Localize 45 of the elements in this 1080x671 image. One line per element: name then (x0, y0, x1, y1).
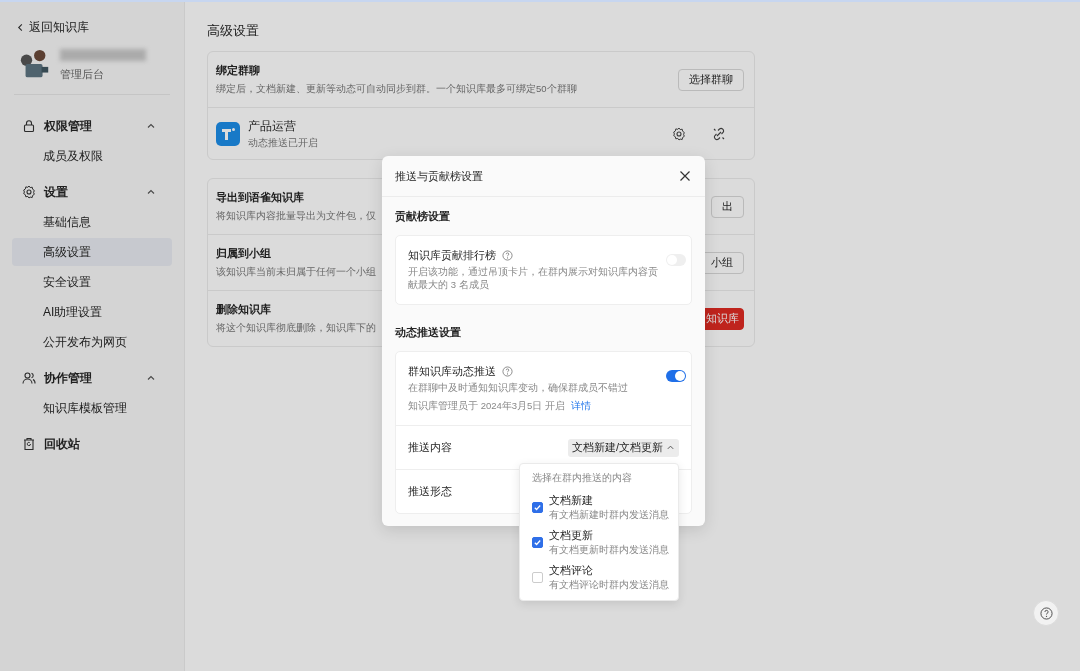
option-label: 文档评论 (549, 562, 594, 578)
group-name: 产品运营 (248, 117, 296, 135)
back-link[interactable]: 返回知识库 (12, 18, 89, 36)
sidebar-item[interactable]: 高级设置 (12, 238, 172, 266)
setting-description: 将这个知识库彻底删除，知识库下的 (216, 322, 376, 335)
dialog-title: 推送与贡献榜设置 (395, 168, 483, 184)
sidebar-item[interactable]: 安全设置 (12, 268, 172, 296)
option-label: 文档新建 (549, 492, 594, 508)
option-title: 知识库贡献排行榜 (408, 248, 496, 263)
setting-title: 导出到语雀知识库 (216, 190, 304, 205)
details-link[interactable]: 详情 (571, 400, 591, 414)
sidebar-group-header[interactable]: 协作管理 (12, 363, 172, 393)
sidebar-item[interactable]: AI助理设置 (12, 298, 172, 326)
group-status: 动态推送已开启 (248, 136, 318, 150)
sidebar-item[interactable]: 知识库模板管理 (12, 394, 172, 422)
select-group-button[interactable]: 选择群聊 (678, 68, 744, 91)
option-title: 群知识库动态推送 (408, 363, 496, 379)
setting-description: 将知识库内容批量导出为文件包，仅 (216, 210, 376, 223)
field-label: 推送形态 (408, 484, 452, 500)
page-title: 高级设置 (207, 22, 260, 40)
content-select[interactable]: 文档新建/文档更新 (567, 438, 679, 457)
option-description: 有文档新建时群内发送消息 (549, 508, 669, 522)
action-button[interactable]: 出 (711, 195, 744, 218)
profile-subtitle: 管理后台 (60, 66, 105, 82)
field-label: 推送内容 (408, 440, 452, 456)
sidebar-item[interactable]: 基础信息 (12, 208, 172, 236)
setting-title: 删除知识库 (216, 302, 271, 317)
option-label: 文档更新 (549, 527, 594, 543)
sidebar-group-header[interactable]: 权限管理 (12, 111, 172, 141)
option-description: 有文档更新时群内发送消息 (549, 543, 669, 557)
dropdown-hint: 选择在群内推送的内容 (532, 471, 633, 485)
sidebar-group-header[interactable]: 回收站 (12, 429, 172, 459)
sidebar-item[interactable]: 成员及权限 (12, 142, 172, 170)
enabled-note: 知识库管理员于 2024年3月5日 开启 (408, 400, 565, 414)
sidebar-group-header[interactable]: 设置 (12, 177, 172, 207)
setting-title: 绑定群聊 (216, 63, 260, 78)
sidebar-item[interactable]: 公开发布为网页 (12, 328, 172, 356)
setting-description: 该知识库当前未归属于任何一个小组 (216, 266, 376, 279)
section-heading: 贡献榜设置 (395, 209, 450, 224)
option-description: 在群聊中及时通知知识库变动，确保群成员不错过 (408, 381, 629, 395)
section-heading: 动态推送设置 (395, 324, 461, 340)
option-description: 有文档评论时群内发送消息 (549, 578, 669, 592)
setting-title: 归属到小组 (216, 246, 271, 261)
option-description: 开启该功能，通过吊顶卡片，在群内展示对知识库内容贡献最大的 3 名成员 (408, 266, 659, 292)
setting-description: 绑定后，文档新建、更新等动态可自动同步到群。一个知识库最多可绑定50个群聊 (216, 83, 577, 96)
